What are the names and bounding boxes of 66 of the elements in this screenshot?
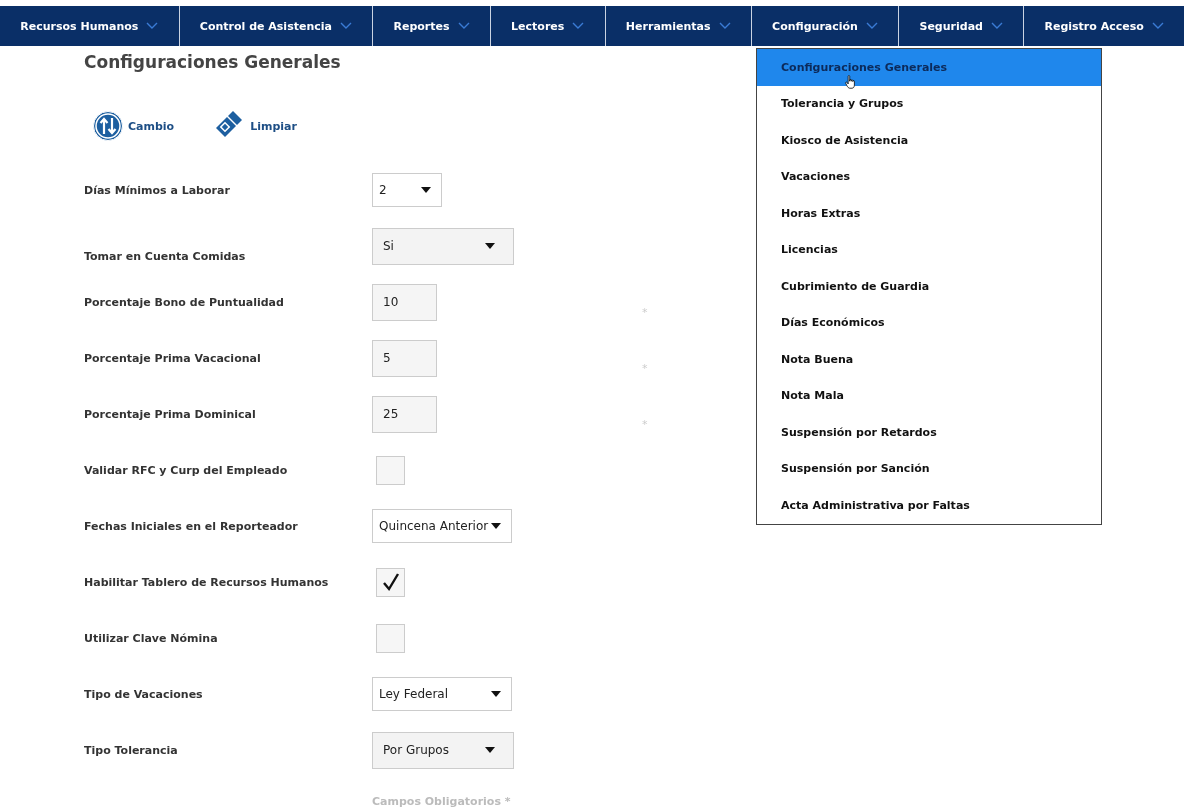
field-label: Porcentaje Prima Dominical bbox=[84, 407, 257, 421]
dropdown-arrow-icon bbox=[485, 243, 495, 249]
hand-cursor-icon bbox=[845, 75, 856, 89]
required-marker: * bbox=[642, 305, 648, 319]
input-field[interactable]: 5 bbox=[372, 339, 437, 377]
field-label: Porcentaje Prima Vacacional bbox=[84, 351, 262, 365]
chevron-down-icon bbox=[339, 22, 352, 30]
dropdown-arrow-icon bbox=[491, 523, 501, 529]
toolbar-button[interactable]: Limpiar bbox=[214, 106, 297, 146]
nav-menu-item[interactable]: Seguridad bbox=[899, 6, 1025, 46]
checkmark-icon bbox=[380, 572, 401, 592]
nav-menu-item[interactable]: Registro Acceso bbox=[1024, 6, 1184, 46]
field-label: Utilizar Clave Nómina bbox=[84, 631, 219, 645]
nav-menu-item[interactable]: Lectores bbox=[490, 6, 606, 46]
dropdown-menu-item[interactable]: Días Económicos bbox=[757, 304, 1101, 341]
dropdown-arrow-icon bbox=[491, 691, 501, 697]
dropdown-select[interactable]: Si bbox=[372, 227, 514, 265]
checkbox[interactable] bbox=[376, 455, 405, 485]
chevron-down-icon bbox=[718, 22, 731, 30]
dropdown-menu-item[interactable]: Tolerancia y Grupos bbox=[757, 85, 1101, 122]
field-label: Porcentaje Bono de Puntualidad bbox=[84, 295, 285, 309]
dropdown-menu-item[interactable]: Suspensión por Sanción bbox=[757, 450, 1101, 487]
swap-arrows-icon bbox=[92, 110, 124, 142]
dropdown-menu-item[interactable]: Vacaciones bbox=[757, 158, 1101, 195]
field-label: Tipo de Vacaciones bbox=[84, 687, 204, 701]
toolbar-button[interactable]: Cambio bbox=[92, 106, 175, 146]
field-label: Tomar en Cuenta Comidas bbox=[84, 249, 247, 263]
dropdown-select[interactable]: Quincena Anterior bbox=[372, 509, 512, 543]
dropdown-arrow-icon bbox=[421, 187, 431, 193]
field-label: Validar RFC y Curp del Empleado bbox=[84, 463, 289, 477]
dropdown-menu-item[interactable]: Suspensión por Retardos bbox=[757, 414, 1101, 451]
dropdown-select[interactable]: Por Grupos bbox=[372, 731, 514, 769]
chevron-down-icon bbox=[865, 22, 878, 30]
chevron-down-icon bbox=[457, 22, 470, 30]
dropdown-menu-item[interactable]: Configuraciones Generales bbox=[757, 49, 1101, 86]
dropdown-menu-item[interactable]: Nota Buena bbox=[757, 341, 1101, 378]
nav-menu-item[interactable]: Control de Asistencia bbox=[179, 6, 374, 46]
page-title: Configuraciones Generales bbox=[84, 52, 341, 74]
field-label: Tipo Tolerancia bbox=[84, 743, 179, 757]
dropdown-menu-item[interactable]: Cubrimiento de Guardia bbox=[757, 268, 1101, 305]
dropdown-menu-item[interactable]: Licencias bbox=[757, 231, 1101, 268]
required-fields-note: Campos Obligatorios * bbox=[372, 795, 511, 808]
dropdown-arrow-icon bbox=[485, 747, 495, 753]
nav-menu-item[interactable]: Herramientas bbox=[605, 6, 752, 46]
nav-menu-item[interactable]: Configuración bbox=[751, 6, 900, 46]
field-label: Habilitar Tablero de Recursos Humanos bbox=[84, 575, 330, 589]
required-marker: * bbox=[642, 361, 648, 375]
chevron-down-icon bbox=[1151, 22, 1164, 30]
dropdown-menu-item[interactable]: Acta Administrativa por Faltas bbox=[757, 487, 1101, 524]
dropdown-menu-item[interactable]: Horas Extras bbox=[757, 195, 1101, 232]
field-label: Fechas Iniciales en el Reporteador bbox=[84, 519, 299, 533]
dropdown-select[interactable]: Ley Federal bbox=[372, 677, 512, 711]
dropdown-menu-item[interactable]: Kiosco de Asistencia bbox=[757, 122, 1101, 159]
checkbox[interactable] bbox=[376, 567, 405, 597]
input-field[interactable]: 25 bbox=[372, 395, 437, 433]
dropdown-select[interactable]: 2 bbox=[372, 173, 442, 207]
chevron-down-icon bbox=[990, 22, 1003, 30]
nav-menu-item[interactable]: Recursos Humanos bbox=[0, 6, 180, 46]
field-label: Días Mínimos a Laborar bbox=[84, 183, 231, 197]
required-marker: * bbox=[642, 417, 648, 431]
chevron-down-icon bbox=[572, 22, 585, 30]
checkbox[interactable] bbox=[376, 623, 405, 653]
chevron-down-icon bbox=[146, 22, 159, 30]
input-field[interactable]: 10 bbox=[372, 283, 437, 321]
nav-menu-item[interactable]: Reportes bbox=[373, 6, 491, 46]
dropdown-menu-item[interactable]: Nota Mala bbox=[757, 377, 1101, 414]
